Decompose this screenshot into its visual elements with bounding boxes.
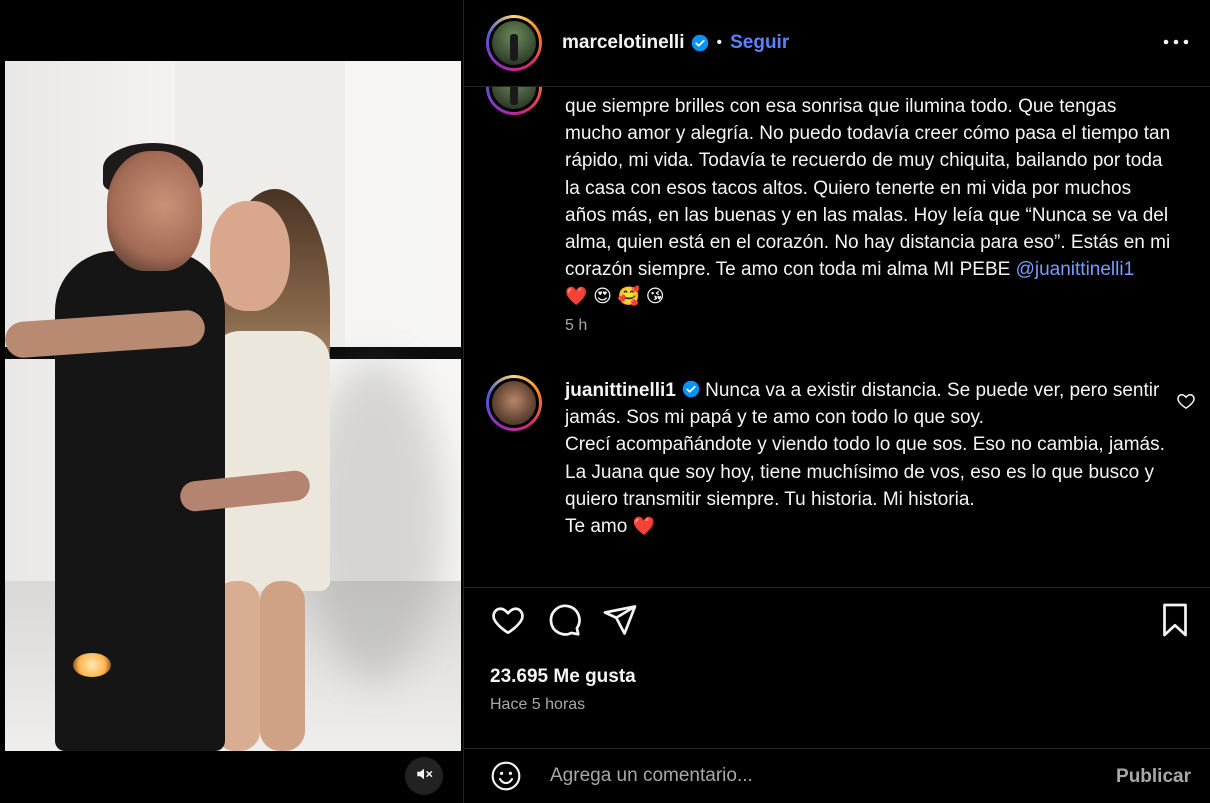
mute-button[interactable] <box>405 757 443 795</box>
caption-text: que siempre brilles con esa sonrisa que … <box>565 93 1175 311</box>
caption-mention[interactable]: @juanittinelli1 <box>1016 259 1135 280</box>
commenter-avatar[interactable] <box>486 375 542 431</box>
comment-input[interactable] <box>550 765 1070 787</box>
author-username[interactable]: marcelotinelli <box>562 32 685 54</box>
caption-emojis: ❤️ 😍 🥰 😘 <box>565 286 665 308</box>
post-header: marcelotinelli • Seguir <box>464 0 1210 87</box>
mute-icon <box>415 765 433 788</box>
share-icon[interactable] <box>602 602 638 638</box>
comment-emoji: ❤️ <box>632 516 656 538</box>
comment-icon[interactable] <box>546 602 582 638</box>
separator-dot: • <box>716 34 723 51</box>
bookmark-icon[interactable] <box>1159 602 1191 638</box>
post-details-panel: marcelotinelli • Seguir que siempre bril… <box>463 0 1210 803</box>
caption-author-avatar[interactable] <box>486 87 542 115</box>
likes-count[interactable]: 23.695 Me gusta <box>490 666 636 688</box>
verified-icon <box>691 34 709 52</box>
emoji-icon[interactable] <box>490 760 522 792</box>
post-photo[interactable] <box>5 61 461 751</box>
verified-icon <box>682 379 700 398</box>
caption-time: 5 h <box>565 317 588 334</box>
follow-button[interactable]: Seguir <box>730 32 789 54</box>
caption-body: que siempre brilles con esa sonrisa que … <box>565 96 1171 281</box>
more-icon[interactable] <box>1161 30 1191 54</box>
like-comment-icon[interactable] <box>1176 391 1196 411</box>
post-time: Hace 5 horas <box>490 696 586 713</box>
media-pane <box>0 0 463 803</box>
publish-button[interactable]: Publicar <box>1116 766 1191 788</box>
post-actions: 23.695 Me gusta Hace 5 horas <box>464 587 1210 747</box>
author-avatar[interactable] <box>486 15 542 71</box>
post-viewer: marcelotinelli • Seguir que siempre bril… <box>0 0 1210 803</box>
comment-composer: Publicar <box>464 748 1210 803</box>
comments-list[interactable]: que siempre brilles con esa sonrisa que … <box>464 87 1210 587</box>
heart-icon[interactable] <box>490 602 526 638</box>
commenter-username[interactable]: juanittinelli1 <box>565 380 676 401</box>
comment-text: juanittinelli1 Nunca va a existir distan… <box>565 377 1165 540</box>
